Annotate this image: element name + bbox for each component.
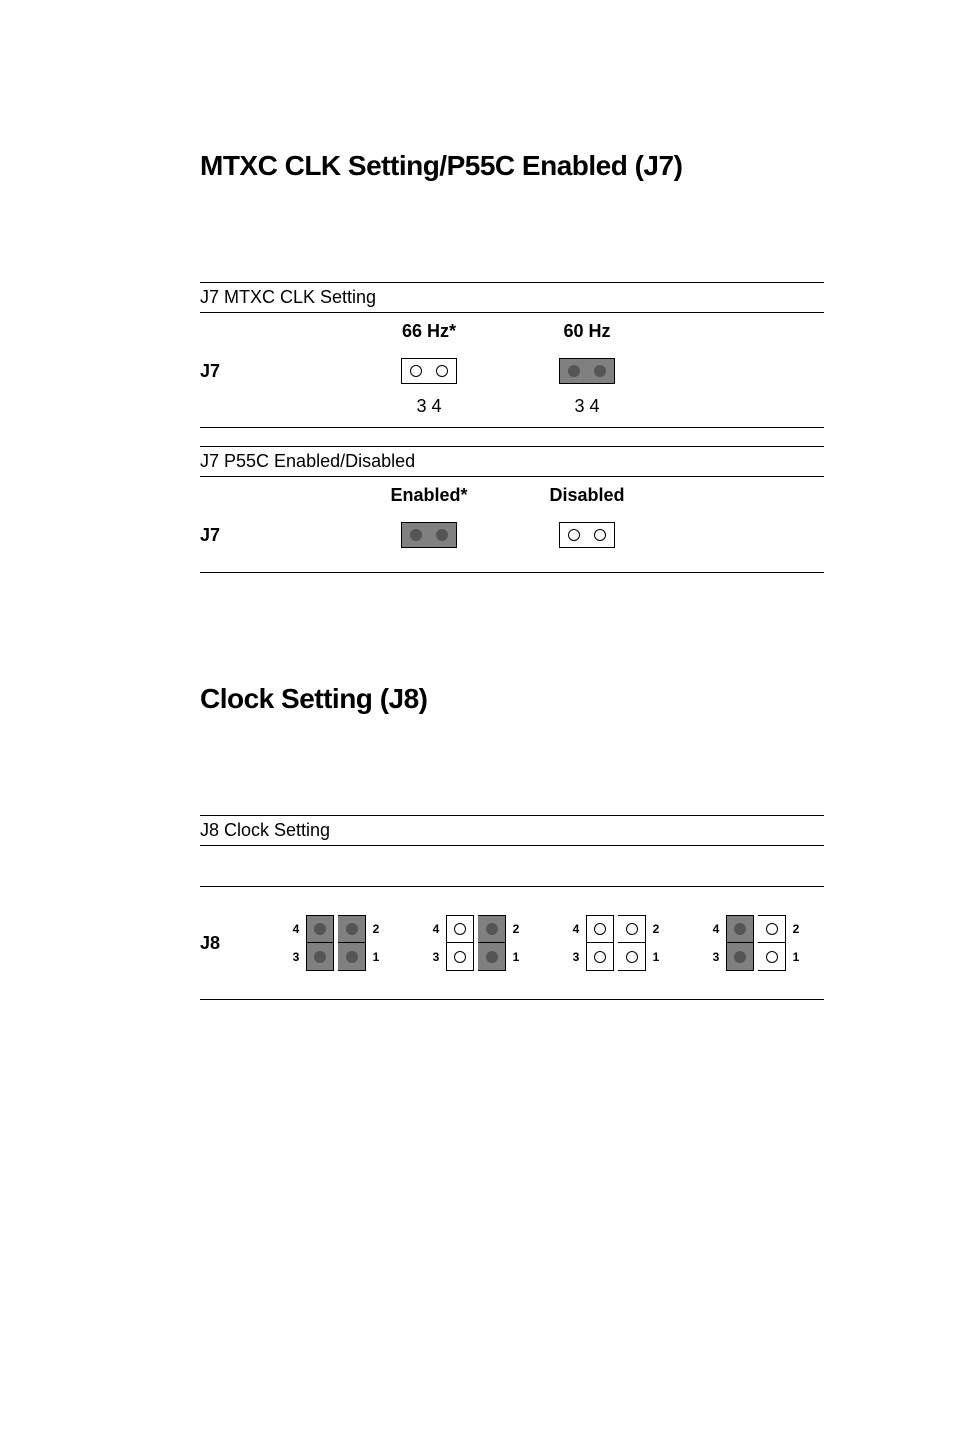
section2-title: Clock Setting (J8) <box>200 683 824 715</box>
pin-icon <box>626 923 638 935</box>
j8-options-wrap: 4 2 3 1 4 2 3 1 4 <box>290 915 802 971</box>
pin-icon <box>346 923 358 935</box>
pin-cell <box>586 943 614 971</box>
table3-diagram-row: J8 4 2 3 1 4 2 3 1 <box>200 887 824 1000</box>
jumper-open-icon <box>559 522 615 548</box>
pin-icon <box>568 365 580 377</box>
pin-number: 4 <box>290 922 302 936</box>
pin-icon <box>346 951 358 963</box>
jumper-closed-icon <box>401 522 457 548</box>
pin-number: 1 <box>650 950 662 964</box>
j8-option: 4 2 3 1 <box>710 915 802 971</box>
table2-rowlabel: J7 <box>200 525 350 546</box>
table1-label-row: 66 Hz* 60 Hz <box>200 313 824 350</box>
pin-icon <box>436 365 448 377</box>
table2-col2-jumper <box>508 522 666 548</box>
pin-number: 1 <box>370 950 382 964</box>
pin-number: 1 <box>510 950 522 964</box>
table-gap <box>200 428 824 446</box>
pin-cell <box>726 943 754 971</box>
section1-title: MTXC CLK Setting/P55C Enabled (J7) <box>200 150 824 182</box>
table2-col2-label: Disabled <box>508 485 666 506</box>
pin-cell <box>586 915 614 943</box>
pin-cell <box>758 915 786 943</box>
table1-rowlabel: J7 <box>200 361 350 382</box>
pin-cell <box>618 943 646 971</box>
table1-col2-jumper <box>508 358 666 384</box>
pin-number: 2 <box>650 922 662 936</box>
table1-header: J7 MTXC CLK Setting <box>200 282 824 313</box>
pin-cell <box>618 915 646 943</box>
pin-cell <box>338 943 366 971</box>
table3-header: J8 Clock Setting <box>200 815 824 846</box>
table3-rowlabel: J8 <box>200 933 290 954</box>
pin-icon <box>594 923 606 935</box>
pin-icon <box>594 951 606 963</box>
pin-icon <box>766 951 778 963</box>
pin-icon <box>734 951 746 963</box>
pin-number: 3 <box>570 950 582 964</box>
pin-icon <box>734 923 746 935</box>
j8-option: 4 2 3 1 <box>430 915 522 971</box>
pin-number: 2 <box>370 922 382 936</box>
table1-col2-label: 60 Hz <box>508 321 666 342</box>
pin-icon <box>436 529 448 541</box>
pin-number: 3 <box>710 950 722 964</box>
pin-cell <box>758 943 786 971</box>
pin-cell <box>726 915 754 943</box>
pin-icon <box>594 365 606 377</box>
pin-icon <box>766 923 778 935</box>
table1-col1-pins: 3 4 <box>350 396 508 417</box>
pin-cell <box>306 943 334 971</box>
table1-col1-jumper <box>350 358 508 384</box>
pin-icon <box>626 951 638 963</box>
pin-cell <box>338 915 366 943</box>
section-gap <box>200 573 824 683</box>
pin-cell <box>306 915 334 943</box>
pin-icon <box>410 529 422 541</box>
j8-option: 4 2 3 1 <box>290 915 382 971</box>
jumper-open-icon <box>401 358 457 384</box>
pin-icon <box>568 529 580 541</box>
jumper-closed-icon <box>559 358 615 384</box>
pin-icon <box>486 923 498 935</box>
pin-cell <box>478 915 506 943</box>
table1-col2-pins: 3 4 <box>508 396 666 417</box>
pin-number: 3 <box>290 950 302 964</box>
pin-icon <box>486 951 498 963</box>
pin-number: 2 <box>510 922 522 936</box>
table1-pinlabels: 3 4 3 4 <box>200 392 824 428</box>
table2-header: J7 P55C Enabled/Disabled <box>200 446 824 477</box>
pin-icon <box>454 923 466 935</box>
table2-col1-jumper <box>350 522 508 548</box>
pin-icon <box>594 529 606 541</box>
pin-icon <box>314 923 326 935</box>
table3-blank-row <box>200 846 824 887</box>
pin-icon <box>314 951 326 963</box>
pin-cell <box>446 943 474 971</box>
pin-number: 4 <box>570 922 582 936</box>
pin-number: 4 <box>710 922 722 936</box>
table1-diagram-row: J7 <box>200 350 824 392</box>
pin-number: 2 <box>790 922 802 936</box>
page-root: MTXC CLK Setting/P55C Enabled (J7) J7 MT… <box>0 0 954 1100</box>
table2-diagram-row: J7 <box>200 514 824 573</box>
pin-icon <box>454 951 466 963</box>
j8-option: 4 2 3 1 <box>570 915 662 971</box>
table1-col1-label: 66 Hz* <box>350 321 508 342</box>
pin-cell <box>446 915 474 943</box>
pin-number: 1 <box>790 950 802 964</box>
pin-icon <box>410 365 422 377</box>
pin-number: 4 <box>430 922 442 936</box>
table2-col1-label: Enabled* <box>350 485 508 506</box>
pin-cell <box>478 943 506 971</box>
pin-number: 3 <box>430 950 442 964</box>
table2-label-row: Enabled* Disabled <box>200 477 824 514</box>
